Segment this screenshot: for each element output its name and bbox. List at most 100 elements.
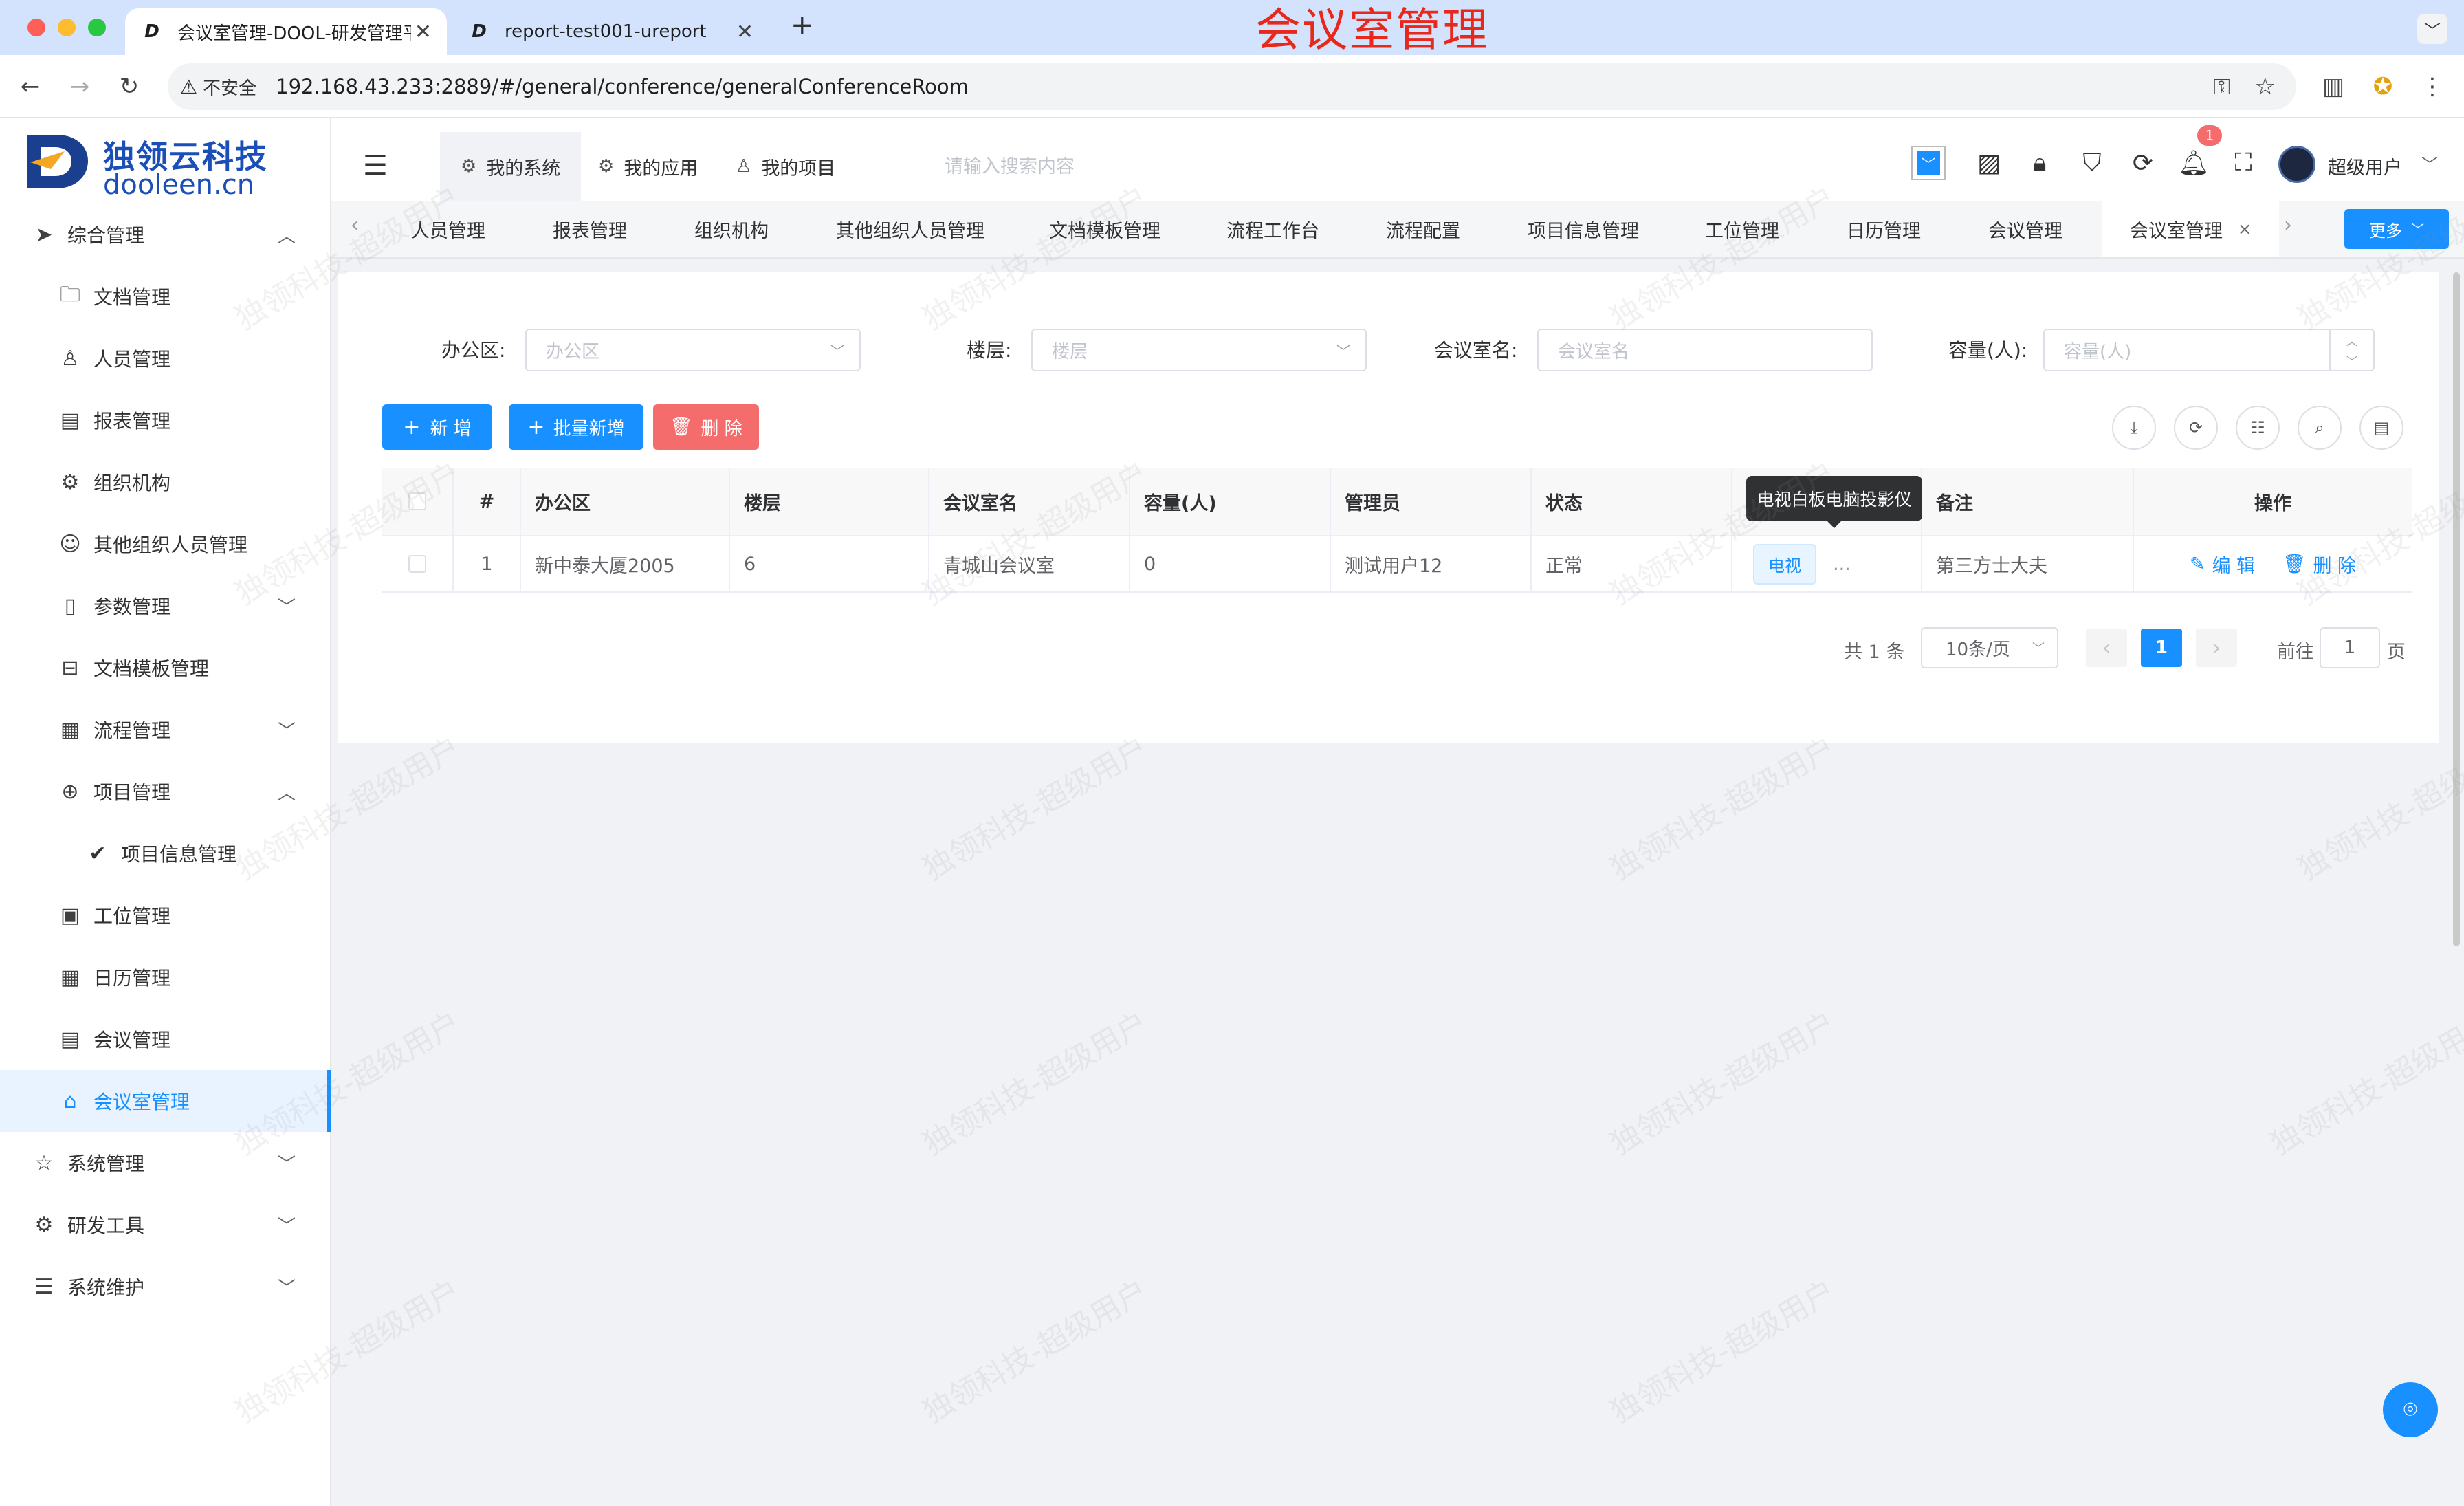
batch-add-button[interactable]: + 批量新增 xyxy=(509,404,644,450)
sidebar-item-organization[interactable]: ⚙ 组织机构 xyxy=(0,451,331,513)
tag-meeting-rooms[interactable]: 会议室管理 × xyxy=(2102,201,2280,257)
hamburger-icon[interactable]: ☰ xyxy=(363,150,388,182)
browser-menu-icon[interactable]: ⋮ xyxy=(2416,70,2449,103)
sidebar-item-params[interactable]: ▯ 参数管理 ﹀ xyxy=(0,575,331,637)
sidebar-item-workstations[interactable]: ▣ 工位管理 xyxy=(0,884,331,946)
browser-tab-active[interactable]: D 会议室管理-DOOL-研发管理平 ✕ xyxy=(125,8,447,55)
address-bar: ← → ↻ ⚠ 不安全 192.168.43.233:2889/#/genera… xyxy=(0,55,2464,118)
sidebar-item-general[interactable]: ➤ 综合管理 ︿ xyxy=(0,204,331,265)
clipboard-icon: ▣ xyxy=(60,903,80,928)
capacity-stepper[interactable]: ︿ ﹀ xyxy=(2329,330,2373,370)
download-icon[interactable]: ⤓ xyxy=(2112,406,2156,450)
minimize-window-button[interactable] xyxy=(58,19,76,36)
forward-icon[interactable]: → xyxy=(63,70,96,103)
side-panel-icon[interactable]: ▥ xyxy=(2317,70,2350,103)
extension-icon[interactable]: ✪ xyxy=(2366,70,2399,103)
reload-icon[interactable]: ↻ xyxy=(113,70,146,103)
room-name-input[interactable]: 会议室名 xyxy=(1537,329,1873,371)
sidebar-item-meetings[interactable]: ▤ 会议管理 xyxy=(0,1008,331,1070)
row-delete-button[interactable]: 🗑︎ 删 除 xyxy=(2282,551,2356,578)
delete-button[interactable]: 🗑︎ 删 除 xyxy=(653,404,759,450)
sidebar-item-meeting-rooms[interactable]: ⌂ 会议室管理 xyxy=(0,1070,331,1132)
chevron-down-icon[interactable]: ﹀ xyxy=(2421,151,2438,175)
floor-select[interactable]: 楼层 ﹀ xyxy=(1031,329,1367,371)
tag-workflow-config[interactable]: 流程配置 xyxy=(1386,201,1460,257)
check-circle-icon: ✔ xyxy=(89,841,107,866)
url-field[interactable]: ⚠ 不安全 192.168.43.233:2889/#/general/conf… xyxy=(168,63,2296,110)
key-icon[interactable]: ⚿ xyxy=(2214,74,2230,100)
sidebar-item-personnel[interactable]: ♙ 人员管理 xyxy=(0,327,331,389)
new-tab-button[interactable]: + xyxy=(791,10,814,41)
tab-list-button[interactable]: ﹀ xyxy=(2417,14,2448,44)
maximize-window-button[interactable] xyxy=(88,19,106,36)
tags-scroll-left-icon[interactable]: ‹ xyxy=(351,213,359,237)
nav-my-apps[interactable]: ⚙ 我的应用 xyxy=(578,132,718,201)
nav-my-system[interactable]: ⚙ 我的系统 xyxy=(440,132,582,201)
prev-page-button[interactable]: ‹ xyxy=(2086,629,2127,667)
sidebar-item-project-info[interactable]: ✔ 项目信息管理 xyxy=(0,822,331,884)
tags-scroll-right-icon[interactable]: › xyxy=(2284,213,2292,237)
refresh-icon[interactable]: ⟳ xyxy=(2126,146,2160,180)
user-name[interactable]: 超级用户 xyxy=(2328,153,2402,179)
back-icon[interactable]: ← xyxy=(14,70,47,103)
tag-project-info[interactable]: 项目信息管理 xyxy=(1528,201,1639,257)
close-window-button[interactable] xyxy=(28,19,45,36)
stepper-up-icon[interactable]: ︿ xyxy=(2346,332,2357,349)
search-icon[interactable]: ⌕ xyxy=(2298,406,2342,450)
capacity-input[interactable]: 容量(人) ︿ ﹀ xyxy=(2043,329,2375,371)
sidebar-item-other-org[interactable]: ☺ 其他组织人员管理 xyxy=(0,513,331,575)
shirt-icon[interactable]: ⛉ xyxy=(2075,146,2109,180)
vertical-scrollbar[interactable] xyxy=(2453,272,2460,946)
sidebar-item-documents[interactable]: 🗀 文档管理 xyxy=(0,265,331,327)
bell-icon[interactable]: 🔔︎ xyxy=(2177,146,2211,180)
avatar[interactable] xyxy=(2278,146,2316,183)
sidebar-item-projects[interactable]: ⊕ 项目管理 ︿ xyxy=(0,761,331,822)
row-checkbox[interactable] xyxy=(408,555,426,573)
close-icon[interactable]: × xyxy=(2238,219,2252,239)
lock-icon[interactable]: 🔒︎ xyxy=(2023,146,2057,180)
tag-reports[interactable]: 报表管理 xyxy=(553,201,627,257)
close-tab-icon[interactable]: ✕ xyxy=(415,20,432,44)
tag-doc-templates[interactable]: 文档模板管理 xyxy=(1049,201,1160,257)
stepper-down-icon[interactable]: ﹀ xyxy=(2346,352,2357,369)
more-equipment-ellipsis[interactable]: ... xyxy=(1833,554,1851,575)
page-number-current[interactable]: 1 xyxy=(2141,629,2182,667)
sidebar-item-doc-templates[interactable]: ⊟ 文档模板管理 xyxy=(0,637,331,699)
screen-icon[interactable]: ▨ xyxy=(1972,146,2006,180)
column-header: 容量(人) xyxy=(1130,468,1331,536)
select-all-checkbox[interactable] xyxy=(408,492,426,510)
search-input[interactable]: 请输入搜索内容 xyxy=(945,151,1288,178)
tag-meetings[interactable]: 会议管理 xyxy=(1988,201,2062,257)
sidebar-item-maintenance[interactable]: ☰ 系统维护 ﹀ xyxy=(0,1256,331,1318)
sidebar-item-calendar[interactable]: ▦ 日历管理 xyxy=(0,946,331,1008)
camera-fab-icon[interactable]: ⌾ xyxy=(2383,1382,2438,1437)
more-tags-button[interactable]: 更多 ﹀ xyxy=(2344,209,2449,249)
tag-organization[interactable]: 组织机构 xyxy=(694,201,769,257)
nav-my-projects[interactable]: ♙ 我的项目 xyxy=(715,132,856,201)
tag-workflow-desk[interactable]: 流程工作台 xyxy=(1226,201,1319,257)
security-label[interactable]: 不安全 xyxy=(203,74,256,100)
next-page-button[interactable]: › xyxy=(2196,629,2237,667)
office-select[interactable]: 办公区 ﹀ xyxy=(525,329,861,371)
add-button[interactable]: + 新 增 xyxy=(382,404,492,450)
sidebar-item-devtools[interactable]: ⚙ 研发工具 ﹀ xyxy=(0,1194,331,1256)
print-icon[interactable]: ▤ xyxy=(2360,406,2404,450)
tag-personnel[interactable]: 人员管理 xyxy=(411,201,485,257)
sidebar-item-workflow[interactable]: ▦ 流程管理 ﹀ xyxy=(0,699,331,761)
browser-tab[interactable]: D report-test001-ureport ✕ xyxy=(452,8,769,55)
theme-picker[interactable]: ﹀ xyxy=(1911,146,1946,180)
sidebar-item-system[interactable]: ☆ 系统管理 ﹀ xyxy=(0,1132,331,1194)
fullscreen-icon[interactable]: ⛶ xyxy=(2226,146,2260,180)
close-tab-icon[interactable]: ✕ xyxy=(736,20,754,44)
chevron-down-icon: ﹀ xyxy=(2032,642,2045,656)
tag-calendar[interactable]: 日历管理 xyxy=(1847,201,1921,257)
bookmark-star-icon[interactable]: ☆ xyxy=(2255,73,2276,100)
edit-button[interactable]: ✎ 编 辑 xyxy=(2190,551,2255,578)
refresh-icon[interactable]: ⟳ xyxy=(2174,406,2218,450)
sidebar-item-reports[interactable]: ▤ 报表管理 xyxy=(0,389,331,451)
tag-other-org[interactable]: 其他组织人员管理 xyxy=(836,201,984,257)
page-size-select[interactable]: 10条/页 ﹀ xyxy=(1921,627,2058,668)
tag-workstations[interactable]: 工位管理 xyxy=(1705,201,1779,257)
columns-filter-icon[interactable]: ☷ xyxy=(2236,406,2280,450)
goto-page-input[interactable]: 1 xyxy=(2320,627,2380,668)
